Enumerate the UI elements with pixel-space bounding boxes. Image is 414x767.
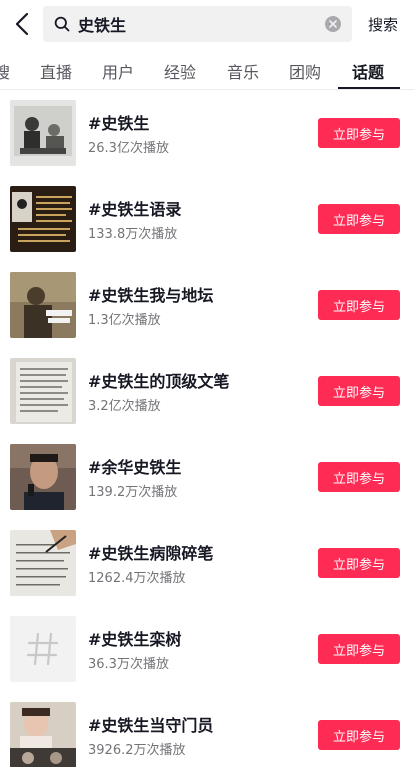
hashtag-icon bbox=[10, 616, 76, 682]
tab-experience[interactable]: 经验 bbox=[164, 59, 196, 83]
join-topic-button[interactable]: 立即参与 bbox=[318, 462, 400, 492]
topic-play-count: 1.3亿次播放 bbox=[88, 313, 161, 328]
list-item[interactable]: #史铁生的顶级文笔 3.2亿次播放 立即参与 bbox=[0, 348, 414, 434]
active-tab-indicator bbox=[338, 87, 400, 89]
topic-thumbnail bbox=[10, 186, 76, 252]
topic-play-count: 139.2万次播放 bbox=[88, 485, 178, 500]
topic-play-count: 1262.4万次播放 bbox=[88, 571, 186, 586]
topic-play-count: 3.2亿次播放 bbox=[88, 399, 161, 414]
join-topic-button[interactable]: 立即参与 bbox=[318, 290, 400, 320]
tab-topics[interactable]: 话题 bbox=[352, 59, 384, 83]
topic-play-count: 36.3万次播放 bbox=[88, 657, 169, 672]
tab-group-buy[interactable]: 团购 bbox=[289, 59, 321, 83]
list-item[interactable]: #史铁生 26.3亿次播放 立即参与 bbox=[0, 90, 414, 176]
category-tabs: 搜 直播 用户 经验 音乐 团购 话题 bbox=[0, 50, 414, 90]
topic-title: #史铁生 bbox=[88, 114, 150, 133]
list-item[interactable]: #史铁生当守门员 3926.2万次播放 立即参与 bbox=[0, 692, 414, 767]
topic-title: #余华史铁生 bbox=[88, 458, 182, 477]
topic-play-count: 133.8万次播放 bbox=[88, 227, 178, 242]
topic-play-count: 26.3亿次播放 bbox=[88, 141, 169, 156]
tab-music[interactable]: 音乐 bbox=[227, 59, 259, 83]
tab-users[interactable]: 用户 bbox=[102, 59, 134, 83]
list-item[interactable]: #史铁生栾树 36.3万次播放 立即参与 bbox=[0, 606, 414, 692]
topic-title: #史铁生的顶级文笔 bbox=[88, 372, 230, 391]
topic-title: #史铁生语录 bbox=[88, 200, 182, 219]
topic-title: #史铁生病隙碎笔 bbox=[88, 544, 214, 563]
topic-thumbnail bbox=[10, 530, 76, 596]
list-item[interactable]: #余华史铁生 139.2万次播放 立即参与 bbox=[0, 434, 414, 520]
tab-comprehensive[interactable]: 搜 bbox=[0, 59, 10, 83]
search-button[interactable]: 搜索 bbox=[368, 14, 398, 35]
back-button[interactable] bbox=[8, 8, 36, 40]
topic-thumbnail bbox=[10, 272, 76, 338]
topic-thumbnail bbox=[10, 100, 76, 166]
join-topic-button[interactable]: 立即参与 bbox=[318, 548, 400, 578]
topic-title: #史铁生我与地坛 bbox=[88, 286, 214, 305]
topic-title: #史铁生栾树 bbox=[88, 630, 182, 649]
topic-play-count: 3926.2万次播放 bbox=[88, 743, 186, 758]
topic-thumbnail bbox=[10, 702, 76, 767]
tab-live[interactable]: 直播 bbox=[40, 59, 72, 83]
list-item[interactable]: #史铁生语录 133.8万次播放 立即参与 bbox=[0, 176, 414, 262]
join-topic-button[interactable]: 立即参与 bbox=[318, 634, 400, 664]
search-bar: 史铁生 搜索 bbox=[0, 0, 414, 48]
topic-thumbnail bbox=[10, 616, 76, 682]
join-topic-button[interactable]: 立即参与 bbox=[318, 720, 400, 750]
chevron-left-icon bbox=[15, 12, 29, 36]
list-item[interactable]: #史铁生我与地坛 1.3亿次播放 立即参与 bbox=[0, 262, 414, 348]
clear-icon[interactable] bbox=[324, 15, 342, 33]
search-query-text: 史铁生 bbox=[78, 16, 127, 35]
topic-thumbnail bbox=[10, 358, 76, 424]
topic-title: #史铁生当守门员 bbox=[88, 716, 214, 735]
search-input[interactable]: 史铁生 bbox=[43, 6, 352, 42]
topic-thumbnail bbox=[10, 444, 76, 510]
join-topic-button[interactable]: 立即参与 bbox=[318, 204, 400, 234]
list-item[interactable]: #史铁生病隙碎笔 1262.4万次播放 立即参与 bbox=[0, 520, 414, 606]
search-icon bbox=[54, 15, 72, 33]
join-topic-button[interactable]: 立即参与 bbox=[318, 118, 400, 148]
join-topic-button[interactable]: 立即参与 bbox=[318, 376, 400, 406]
